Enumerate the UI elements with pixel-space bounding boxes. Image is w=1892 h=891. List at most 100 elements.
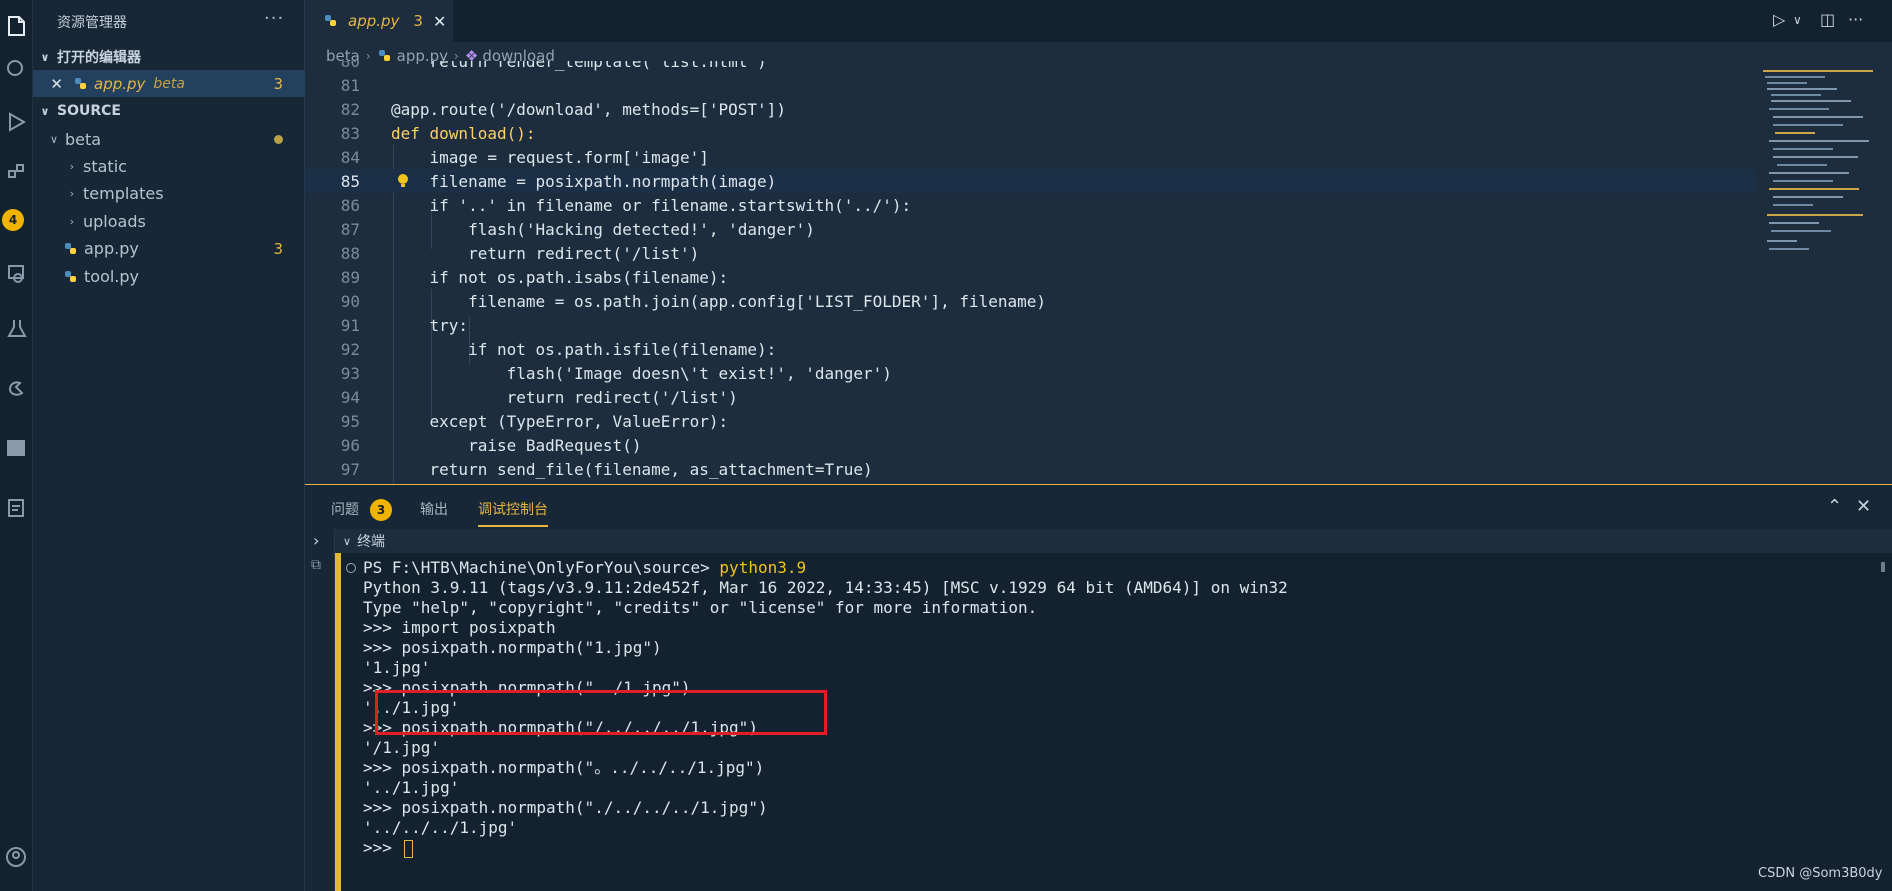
code-text: flash('Hacking detected!', 'danger') xyxy=(391,219,815,239)
run-debug-icon[interactable] xyxy=(0,100,33,144)
tree-item-app-py[interactable]: app.py 3 xyxy=(33,235,305,262)
bottom-panel: 问题 3 输出 调试控制台 ⌃ ✕ › ⧉ ∨ 终端 PS F:\HTB\Mac… xyxy=(305,484,1892,891)
terminal-label: 终端 xyxy=(357,534,386,550)
open-editor-item[interactable]: ✕ app.py beta 3 xyxy=(33,70,305,97)
run-file-icon[interactable]: ▷ xyxy=(1773,10,1785,29)
tab-bar: app.py 3 ✕ ▷ ∨ ◫ ··· xyxy=(305,0,1892,42)
more-actions-icon[interactable]: ··· xyxy=(1848,10,1863,29)
terminal-line: >>> import posixpath xyxy=(363,618,556,637)
code-line: 93 flash('Image doesn\'t exist!', 'dange… xyxy=(305,361,1755,385)
line-number: 90 xyxy=(340,291,360,311)
open-editor-name: app.py xyxy=(94,74,146,93)
minimap-line xyxy=(1767,88,1837,90)
minimap-line xyxy=(1773,148,1833,150)
python-file-icon xyxy=(325,15,336,26)
command-text: python3.9 xyxy=(719,558,807,577)
tree-item-tool-py[interactable]: tool.py xyxy=(33,263,305,290)
terminal-scrollbar[interactable] xyxy=(1881,562,1885,572)
chevron-down-icon[interactable]: ∨ xyxy=(1793,13,1802,27)
tree-item-templates[interactable]: › templates xyxy=(33,180,305,207)
account-icon[interactable] xyxy=(0,836,33,880)
chevron-down-icon: ∨ xyxy=(40,50,50,64)
close-icon[interactable]: ✕ xyxy=(433,12,446,31)
line-number: 82 xyxy=(340,99,360,119)
minimap-line xyxy=(1769,222,1819,224)
testing-icon[interactable] xyxy=(0,306,33,350)
source-section[interactable]: ∨ SOURCE xyxy=(33,98,305,124)
terminal-line: Type "help", "copyright", "credits" or "… xyxy=(363,598,1038,617)
code-text: return redirect('/list') xyxy=(391,387,738,407)
explorer-icon[interactable] xyxy=(0,4,33,48)
highlight-box xyxy=(375,690,827,735)
code-line: 95 except (TypeError, ValueError): xyxy=(305,409,1755,433)
terminal-header[interactable]: ∨ 终端 xyxy=(335,529,1892,553)
tree-item-static[interactable]: › static xyxy=(33,153,305,180)
notes-icon[interactable] xyxy=(0,486,33,530)
terminal-icon[interactable]: ⧉ xyxy=(311,557,321,573)
code-line: 83 def download(): xyxy=(305,121,1755,145)
tab-app-py[interactable]: app.py 3 ✕ xyxy=(305,0,453,42)
line-number: 88 xyxy=(340,243,360,263)
terminal-prompt-line[interactable]: >>> xyxy=(363,838,413,858)
tree-item-label: app.py xyxy=(84,239,139,258)
open-editors-label: 打开的编辑器 xyxy=(57,50,141,66)
minimap-line xyxy=(1773,204,1813,206)
terminal-output[interactable]: PS F:\HTB\Machine\OnlyForYou\source> pyt… xyxy=(335,553,1892,891)
code-text: return send_file(filename, as_attachment… xyxy=(391,459,873,479)
code-text: raise BadRequest() xyxy=(391,435,642,455)
code-text: @app.route('/download', methods=['POST']… xyxy=(391,99,786,119)
code-text: try: xyxy=(391,315,469,335)
code-text: flash('Image doesn\'t exist!', 'danger') xyxy=(391,363,892,383)
chevron-right-icon: › xyxy=(69,187,75,200)
minimap-line xyxy=(1769,108,1829,110)
remote-explorer-icon[interactable] xyxy=(0,252,33,296)
chevron-right-icon: › xyxy=(69,160,75,173)
line-number: 87 xyxy=(340,219,360,239)
more-actions-icon[interactable]: ··· xyxy=(264,8,284,29)
docker-icon[interactable] xyxy=(0,366,33,410)
code-line: 91 try: xyxy=(305,313,1755,337)
line-number: 85 xyxy=(340,171,360,191)
tree-item-uploads[interactable]: › uploads xyxy=(33,208,305,235)
tab-output[interactable]: 输出 xyxy=(420,499,448,519)
chevron-right-icon[interactable]: › xyxy=(313,531,319,550)
minimap-line xyxy=(1773,116,1863,118)
tree-item-beta[interactable]: ∨ beta xyxy=(33,126,305,153)
extensions-badge: 4 xyxy=(2,209,24,231)
modified-dot xyxy=(274,135,283,144)
close-panel-icon[interactable]: ✕ xyxy=(1856,496,1871,517)
maximize-panel-icon[interactable]: ⌃ xyxy=(1827,496,1842,517)
explorer-sidebar: 资源管理器 ··· ∨ 打开的编辑器 ✕ app.py beta 3 ∨ SOU… xyxy=(33,0,305,891)
code-text: def download(): xyxy=(391,123,536,143)
code-editor[interactable]: 80 return render_template('list.html') 8… xyxy=(305,61,1755,484)
code-text: except (TypeError, ValueError): xyxy=(391,411,729,431)
close-icon[interactable]: ✕ xyxy=(33,75,73,93)
minimap-line xyxy=(1769,188,1859,190)
split-editor-icon[interactable]: ◫ xyxy=(1820,10,1835,29)
source-control-icon[interactable] xyxy=(0,426,33,470)
chevron-down-icon: ∨ xyxy=(343,534,352,548)
tab-label: app.py xyxy=(348,12,400,30)
tree-item-label: templates xyxy=(83,184,164,203)
tab-debug-console[interactable]: 调试控制台 xyxy=(478,499,548,527)
line-number: 84 xyxy=(340,147,360,167)
line-number: 89 xyxy=(340,267,360,287)
prompt: >>> xyxy=(363,838,402,857)
open-editor-folder: beta xyxy=(153,75,185,92)
terminal-line: '../../../1.jpg' xyxy=(363,818,518,837)
chevron-down-icon: ∨ xyxy=(40,104,50,118)
tab-problems[interactable]: 问题 xyxy=(331,499,359,519)
editor-scrollbar[interactable] xyxy=(1879,68,1892,484)
line-number: 81 xyxy=(340,75,360,95)
minimap[interactable] xyxy=(1763,68,1883,318)
tree-item-label: tool.py xyxy=(84,267,140,286)
minimap-line xyxy=(1773,156,1858,158)
open-editors-section[interactable]: ∨ 打开的编辑器 xyxy=(33,44,305,70)
extensions-icon[interactable] xyxy=(0,152,33,196)
minimap-line xyxy=(1773,124,1843,126)
minimap-line xyxy=(1777,164,1827,166)
python-file-icon xyxy=(65,270,76,282)
code-line: 94 return redirect('/list') xyxy=(305,385,1755,409)
minimap-line xyxy=(1767,82,1807,84)
search-icon[interactable] xyxy=(0,48,33,92)
